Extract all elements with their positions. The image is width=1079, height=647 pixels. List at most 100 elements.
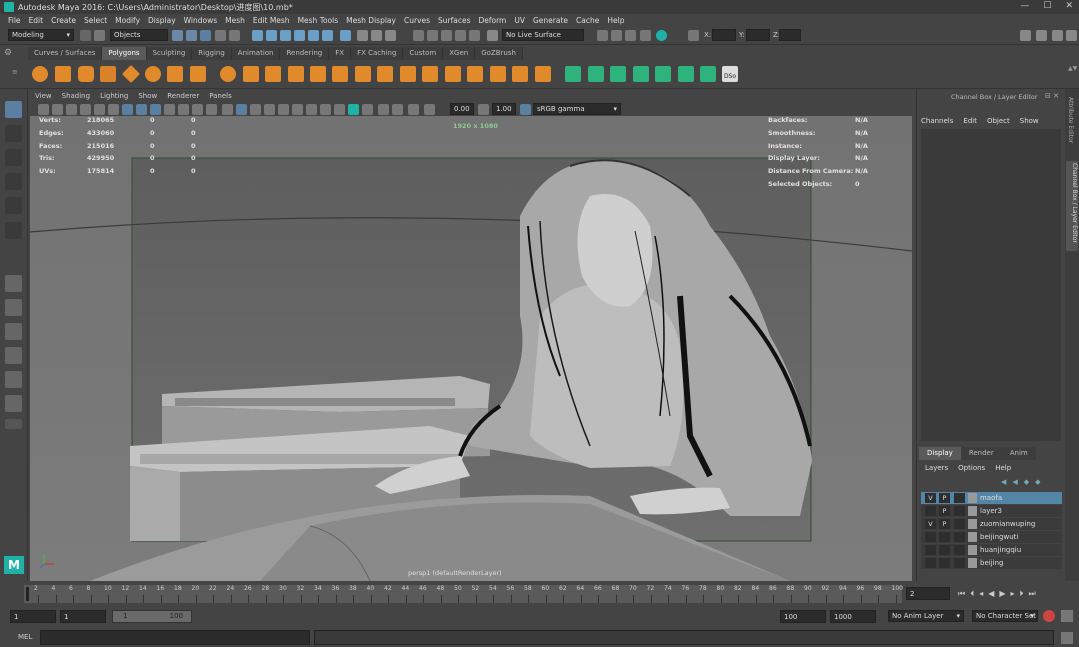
sync-icon[interactable] (656, 30, 667, 41)
render-settings-icon[interactable] (441, 30, 452, 41)
select-tool-icon[interactable] (5, 101, 22, 118)
layer-visibility-toggle[interactable] (925, 532, 936, 542)
poly-plane-icon[interactable] (121, 64, 141, 84)
image-plane-icon[interactable] (80, 104, 91, 115)
layer-tab-display[interactable]: Display (919, 447, 961, 460)
attribute-editor-tab[interactable]: Attribute Editor (1067, 97, 1074, 157)
target-weld-icon[interactable] (467, 66, 483, 82)
automatic-uv-icon[interactable] (633, 66, 649, 82)
menu-cache[interactable]: Cache (572, 16, 603, 25)
graph-view-icon[interactable] (5, 371, 22, 388)
layer-display-type-toggle[interactable] (954, 519, 965, 529)
menu-help[interactable]: Help (603, 16, 628, 25)
layer-playback-toggle[interactable]: P (939, 493, 950, 503)
channel-box-area[interactable] (921, 129, 1061, 441)
attribute-editor-icon[interactable] (1036, 30, 1047, 41)
menu-windows[interactable]: Windows (180, 16, 221, 25)
menu-edit[interactable]: Edit (25, 16, 48, 25)
render-frame-icon[interactable] (413, 30, 424, 41)
layer-display-type-toggle[interactable] (954, 545, 965, 555)
spherical-uv-icon[interactable] (610, 66, 626, 82)
cylindrical-uv-icon[interactable] (588, 66, 604, 82)
menu-mesh[interactable]: Mesh (221, 16, 249, 25)
preferences-icon[interactable] (1061, 610, 1073, 622)
poly-pipe-icon[interactable] (190, 66, 206, 82)
shelf-tab-fx-caching[interactable]: FX Caching (351, 47, 404, 60)
snap-grid-icon[interactable] (252, 30, 263, 41)
y-field[interactable] (746, 29, 770, 41)
single-view-icon[interactable] (5, 275, 22, 292)
collapse-icon[interactable] (535, 66, 551, 82)
layer-playback-toggle[interactable] (939, 532, 950, 542)
menu-edit-mesh[interactable]: Edit Mesh (249, 16, 294, 25)
character-set-dropdown[interactable]: No Character Set ▾ (972, 610, 1038, 622)
menu-create[interactable]: Create (47, 16, 80, 25)
selection-mode-dropdown[interactable]: Objects (110, 29, 168, 41)
layer-color-swatch[interactable] (968, 506, 977, 516)
command-input[interactable] (40, 630, 310, 645)
select-hierarchy-icon[interactable] (172, 30, 183, 41)
hud-icon[interactable] (408, 104, 419, 115)
channel-box-tab[interactable]: Channel Box / Layer Editor (1066, 161, 1078, 251)
bridge-icon[interactable] (355, 66, 371, 82)
poly-torus-icon[interactable] (145, 66, 161, 82)
range-bar[interactable]: 1 100 (112, 610, 192, 623)
close-button[interactable]: ✕ (1065, 1, 1073, 11)
end-time-field[interactable]: 1000 (830, 610, 876, 623)
mirror-icon[interactable] (310, 66, 326, 82)
shelf-tab-rendering[interactable]: Rendering (280, 47, 330, 60)
play-backward-icon[interactable]: ◀ (988, 589, 994, 599)
channel-menu-edit[interactable]: Edit (963, 117, 977, 125)
step-forward-key-icon[interactable]: ⏵ (1020, 589, 1024, 599)
layer-visibility-toggle[interactable] (925, 558, 936, 568)
poly-cube-icon[interactable] (55, 66, 71, 82)
shelf-tab-polygons[interactable]: Polygons (102, 47, 147, 60)
grease-pencil-icon[interactable] (108, 104, 119, 115)
film-gate-icon[interactable] (136, 104, 147, 115)
shelf-tab-animation[interactable]: Animation (231, 47, 281, 60)
hypershade-icon[interactable] (455, 30, 466, 41)
poly-sphere-icon[interactable] (32, 66, 48, 82)
script-editor-icon[interactable] (1061, 632, 1073, 644)
layer-display-type-toggle[interactable] (954, 506, 965, 516)
lasso-tool-icon[interactable] (5, 125, 22, 142)
viewport-menu-renderer[interactable]: Renderer (162, 92, 204, 103)
snap-surface-icon[interactable] (308, 30, 319, 41)
layer-menu-layers[interactable]: Layers (925, 464, 948, 472)
shelf-tab-curves-surfaces[interactable]: Curves / Surfaces (28, 47, 103, 60)
z-field[interactable] (779, 29, 801, 41)
layer-row[interactable]: Player3 (921, 505, 1062, 517)
anim-layer-dropdown[interactable]: No Anim Layer ▾ (888, 610, 964, 622)
go-to-end-icon[interactable]: ⏭ (1029, 589, 1036, 599)
shelf-tab-xgen[interactable]: XGen (443, 47, 476, 60)
auto-key-icon[interactable] (1043, 610, 1055, 622)
gamma-field[interactable]: 1.00 (492, 103, 516, 115)
color-space-dropdown[interactable]: sRGB gamma ▾ (533, 103, 621, 115)
exposure-field[interactable]: 0.00 (450, 103, 474, 115)
separate-icon[interactable] (243, 66, 259, 82)
ambient-occlusion-icon[interactable] (306, 104, 317, 115)
move-layer-up-icon[interactable]: ◀ (1001, 478, 1006, 486)
isolate-select-icon[interactable] (348, 104, 359, 115)
snap-point-icon[interactable] (280, 30, 291, 41)
pick-mask-icon[interactable] (215, 30, 226, 41)
menu-display[interactable]: Display (144, 16, 180, 25)
minimize-button[interactable]: — (1020, 1, 1029, 11)
menu-modify[interactable]: Modify (111, 16, 144, 25)
wire-on-shaded-icon[interactable] (250, 104, 261, 115)
menu-deform[interactable]: Deform (474, 16, 510, 25)
shelf-tab-fx[interactable]: FX (329, 47, 352, 60)
boolean-icon[interactable] (288, 66, 304, 82)
render-view-icon[interactable] (469, 30, 480, 41)
range-end-field[interactable]: 100 (780, 610, 826, 623)
extrude-icon[interactable] (332, 66, 348, 82)
layer-visibility-toggle[interactable] (925, 506, 936, 516)
range-start-field[interactable]: 1 (60, 610, 106, 623)
shelf-tab-gozbrush[interactable]: GoZBrush (475, 47, 523, 60)
input-output-icon[interactable] (385, 30, 396, 41)
panel-layout-3-icon[interactable] (625, 30, 636, 41)
append-polygon-icon[interactable] (422, 66, 438, 82)
safe-action-icon[interactable] (192, 104, 203, 115)
select-component-icon[interactable] (200, 30, 211, 41)
uv-editor-icon[interactable] (655, 66, 671, 82)
